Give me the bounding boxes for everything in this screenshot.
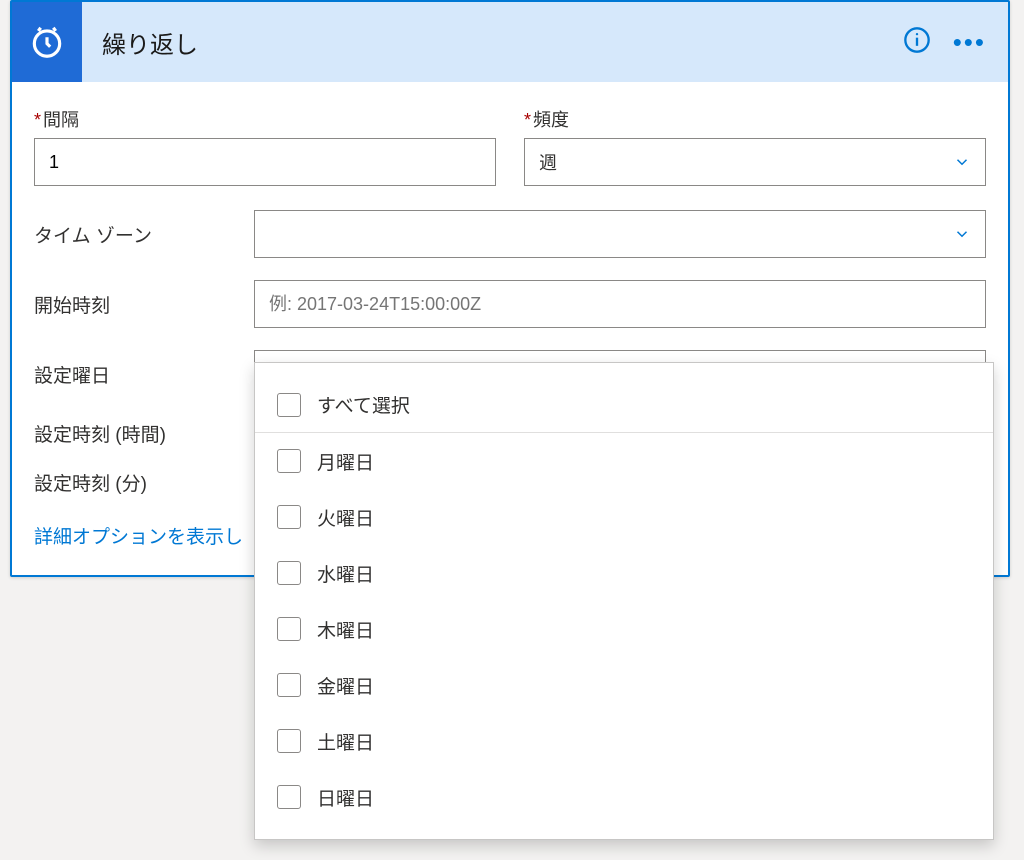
chevron-down-icon [953,153,971,171]
show-advanced-link[interactable]: 詳細オプションを表示し [34,522,243,549]
option-thursday[interactable]: 木曜日 [255,601,993,657]
option-saturday[interactable]: 土曜日 [255,713,993,769]
checkbox[interactable] [277,449,301,473]
checkbox[interactable] [277,393,301,417]
option-label: 日曜日 [317,784,374,811]
starttime-row: 開始時刻 [34,280,986,328]
weekdays-dropdown-list[interactable]: すべて選択 月曜日 火曜日 水曜日 木曜日 金曜日 [255,363,993,839]
option-label: 木曜日 [317,616,374,643]
option-select-all[interactable]: すべて選択 [255,377,993,433]
header-actions: ••• [903,26,1008,59]
card-header: 繰り返し ••• [12,2,1008,82]
minutes-label: 設定時刻 (分) [34,469,234,496]
timezone-row: タイム ゾーン [34,210,986,258]
checkbox[interactable] [277,617,301,641]
option-label: 土曜日 [317,728,374,755]
weekdays-label: 設定曜日 [34,361,234,388]
frequency-dropdown[interactable]: 週 [524,138,986,186]
starttime-label: 開始時刻 [34,291,234,318]
option-label: 月曜日 [317,448,374,475]
timezone-label: タイム ゾーン [34,221,234,248]
option-wednesday[interactable]: 水曜日 [255,545,993,601]
card-title: 繰り返し [102,25,903,60]
option-label: 水曜日 [317,560,374,587]
checkbox[interactable] [277,729,301,753]
checkbox[interactable] [277,561,301,585]
interval-field: *間隔 [34,106,496,186]
starttime-input[interactable] [254,280,986,328]
hours-label: 設定時刻 (時間) [34,420,234,447]
option-sunday[interactable]: 日曜日 [255,769,993,825]
option-label: 金曜日 [317,672,374,699]
option-friday[interactable]: 金曜日 [255,657,993,713]
recurrence-card: 繰り返し ••• *間隔 *頻度 [10,0,1010,577]
option-monday[interactable]: 月曜日 [255,433,993,489]
info-icon[interactable] [903,26,931,59]
chevron-down-icon [953,225,971,243]
interval-input[interactable] [34,138,496,186]
checkbox[interactable] [277,785,301,809]
interval-label: *間隔 [34,106,496,132]
more-icon[interactable]: ••• [953,27,986,58]
option-label: 火曜日 [317,504,374,531]
frequency-value: 週 [539,149,557,175]
checkbox[interactable] [277,673,301,697]
option-tuesday[interactable]: 火曜日 [255,489,993,545]
checkbox[interactable] [277,505,301,529]
frequency-label: *頻度 [524,106,986,132]
frequency-field: *頻度 週 [524,106,986,186]
timezone-dropdown[interactable] [254,210,986,258]
recurrence-icon [12,2,82,82]
weekdays-dropdown-panel: すべて選択 月曜日 火曜日 水曜日 木曜日 金曜日 [254,362,994,840]
top-row: *間隔 *頻度 週 [34,106,986,186]
option-label: すべて選択 [317,391,410,418]
